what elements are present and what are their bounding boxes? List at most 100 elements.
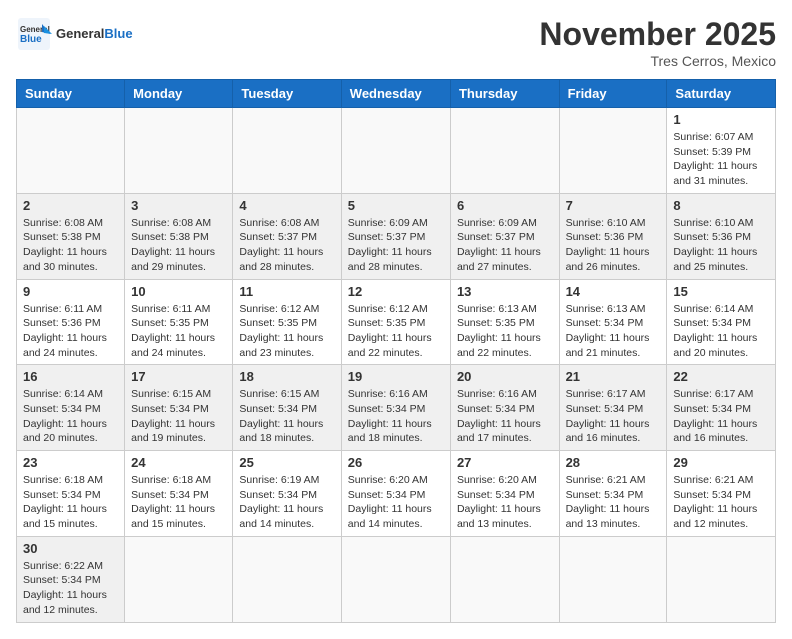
day-info: Sunrise: 6:11 AM Sunset: 5:36 PM Dayligh…	[23, 302, 118, 361]
title-block: November 2025 Tres Cerros, Mexico	[539, 16, 776, 69]
calendar-day-cell	[559, 536, 667, 622]
day-info: Sunrise: 6:14 AM Sunset: 5:34 PM Dayligh…	[23, 387, 118, 446]
weekday-header-tuesday: Tuesday	[233, 80, 341, 108]
svg-text:Blue: Blue	[20, 34, 42, 45]
calendar-day-cell: 25 Sunrise: 6:19 AM Sunset: 5:34 PM Dayli…	[233, 451, 341, 537]
day-info: Sunrise: 6:08 AM Sunset: 5:38 PM Dayligh…	[23, 216, 118, 275]
day-number: 23	[23, 455, 118, 470]
calendar-day-cell	[667, 536, 776, 622]
day-number: 4	[239, 198, 334, 213]
calendar-day-cell	[233, 108, 341, 194]
weekday-header-saturday: Saturday	[667, 80, 776, 108]
day-info: Sunrise: 6:16 AM Sunset: 5:34 PM Dayligh…	[457, 387, 553, 446]
day-number: 12	[348, 284, 444, 299]
calendar-day-cell: 22Sunrise: 6:17 AM Sunset: 5:34 PM Dayli…	[667, 365, 776, 451]
day-number: 15	[673, 284, 769, 299]
day-info: Sunrise: 6:21 AM Sunset: 5:34 PM Dayligh…	[673, 473, 769, 532]
day-info: Sunrise: 6:07 AM Sunset: 5:39 PM Dayligh…	[673, 130, 769, 189]
calendar-day-cell	[341, 108, 450, 194]
day-info: Sunrise: 6:08 AM Sunset: 5:37 PM Dayligh…	[239, 216, 334, 275]
logo-blue: Blue	[104, 26, 132, 41]
day-number: 22	[673, 369, 769, 384]
day-info: Sunrise: 6:15 AM Sunset: 5:34 PM Dayligh…	[131, 387, 226, 446]
calendar-day-cell: 8 Sunrise: 6:10 AM Sunset: 5:36 PM Daylig…	[667, 193, 776, 279]
calendar-day-cell: 27 Sunrise: 6:20 AM Sunset: 5:34 PM Dayli…	[450, 451, 559, 537]
day-number: 24	[131, 455, 226, 470]
day-number: 7	[566, 198, 661, 213]
calendar-day-cell: 14Sunrise: 6:13 AM Sunset: 5:34 PM Dayli…	[559, 279, 667, 365]
day-number: 5	[348, 198, 444, 213]
day-info: Sunrise: 6:19 AM Sunset: 5:34 PM Dayligh…	[239, 473, 334, 532]
weekday-header-monday: Monday	[125, 80, 233, 108]
day-number: 30	[23, 541, 118, 556]
calendar-day-cell	[17, 108, 125, 194]
day-info: Sunrise: 6:08 AM Sunset: 5:38 PM Dayligh…	[131, 216, 226, 275]
calendar-day-cell: 28 Sunrise: 6:21 AM Sunset: 5:34 PM Dayli…	[559, 451, 667, 537]
day-info: Sunrise: 6:12 AM Sunset: 5:35 PM Dayligh…	[239, 302, 334, 361]
day-info: Sunrise: 6:20 AM Sunset: 5:34 PM Dayligh…	[457, 473, 553, 532]
calendar-day-cell: 18Sunrise: 6:15 AM Sunset: 5:34 PM Dayli…	[233, 365, 341, 451]
day-number: 1	[673, 112, 769, 127]
day-number: 2	[23, 198, 118, 213]
calendar-day-cell: 21 Sunrise: 6:17 AM Sunset: 5:34 PM Dayli…	[559, 365, 667, 451]
calendar-day-cell: 15 Sunrise: 6:14 AM Sunset: 5:34 PM Dayli…	[667, 279, 776, 365]
calendar-day-cell: 12Sunrise: 6:12 AM Sunset: 5:35 PM Dayli…	[341, 279, 450, 365]
day-info: Sunrise: 6:15 AM Sunset: 5:34 PM Dayligh…	[239, 387, 334, 446]
day-number: 25	[239, 455, 334, 470]
day-info: Sunrise: 6:10 AM Sunset: 5:36 PM Dayligh…	[566, 216, 661, 275]
calendar-day-cell: 9Sunrise: 6:11 AM Sunset: 5:36 PM Daylig…	[17, 279, 125, 365]
day-number: 29	[673, 455, 769, 470]
logo-icon: General Blue	[16, 16, 52, 52]
day-number: 3	[131, 198, 226, 213]
calendar-day-cell	[233, 536, 341, 622]
day-info: Sunrise: 6:18 AM Sunset: 5:34 PM Dayligh…	[131, 473, 226, 532]
logo-general: General	[56, 26, 104, 41]
calendar-table: SundayMondayTuesdayWednesdayThursdayFrid…	[16, 79, 776, 623]
calendar-day-cell: 16Sunrise: 6:14 AM Sunset: 5:34 PM Dayli…	[17, 365, 125, 451]
calendar-day-cell: 6 Sunrise: 6:09 AM Sunset: 5:37 PM Daylig…	[450, 193, 559, 279]
calendar-week-row: 1 Sunrise: 6:07 AM Sunset: 5:39 PM Daylig…	[17, 108, 776, 194]
calendar-day-cell: 19Sunrise: 6:16 AM Sunset: 5:34 PM Dayli…	[341, 365, 450, 451]
day-info: Sunrise: 6:17 AM Sunset: 5:34 PM Dayligh…	[566, 387, 661, 446]
day-info: Sunrise: 6:18 AM Sunset: 5:34 PM Dayligh…	[23, 473, 118, 532]
calendar-day-cell: 4 Sunrise: 6:08 AM Sunset: 5:37 PM Daylig…	[233, 193, 341, 279]
weekday-header-wednesday: Wednesday	[341, 80, 450, 108]
day-info: Sunrise: 6:09 AM Sunset: 5:37 PM Dayligh…	[348, 216, 444, 275]
day-info: Sunrise: 6:13 AM Sunset: 5:35 PM Dayligh…	[457, 302, 553, 361]
day-info: Sunrise: 6:21 AM Sunset: 5:34 PM Dayligh…	[566, 473, 661, 532]
day-info: Sunrise: 6:11 AM Sunset: 5:35 PM Dayligh…	[131, 302, 226, 361]
calendar-week-row: 30Sunrise: 6:22 AM Sunset: 5:34 PM Dayli…	[17, 536, 776, 622]
calendar-day-cell: 1 Sunrise: 6:07 AM Sunset: 5:39 PM Daylig…	[667, 108, 776, 194]
day-number: 28	[566, 455, 661, 470]
calendar-day-cell: 11Sunrise: 6:12 AM Sunset: 5:35 PM Dayli…	[233, 279, 341, 365]
day-number: 10	[131, 284, 226, 299]
day-info: Sunrise: 6:20 AM Sunset: 5:34 PM Dayligh…	[348, 473, 444, 532]
day-number: 21	[566, 369, 661, 384]
month-title: November 2025	[539, 16, 776, 53]
day-info: Sunrise: 6:14 AM Sunset: 5:34 PM Dayligh…	[673, 302, 769, 361]
calendar-day-cell	[341, 536, 450, 622]
calendar-day-cell	[559, 108, 667, 194]
calendar-day-cell	[125, 108, 233, 194]
day-number: 27	[457, 455, 553, 470]
calendar-day-cell: 17Sunrise: 6:15 AM Sunset: 5:34 PM Dayli…	[125, 365, 233, 451]
calendar-day-cell: 7 Sunrise: 6:10 AM Sunset: 5:36 PM Daylig…	[559, 193, 667, 279]
calendar-day-cell: 10 Sunrise: 6:11 AM Sunset: 5:35 PM Dayli…	[125, 279, 233, 365]
day-info: Sunrise: 6:13 AM Sunset: 5:34 PM Dayligh…	[566, 302, 661, 361]
calendar-day-cell	[450, 108, 559, 194]
day-info: Sunrise: 6:09 AM Sunset: 5:37 PM Dayligh…	[457, 216, 553, 275]
day-number: 6	[457, 198, 553, 213]
weekday-header-thursday: Thursday	[450, 80, 559, 108]
calendar-day-cell: 23 Sunrise: 6:18 AM Sunset: 5:34 PM Dayli…	[17, 451, 125, 537]
day-number: 8	[673, 198, 769, 213]
calendar-day-cell	[125, 536, 233, 622]
calendar-day-cell: 29 Sunrise: 6:21 AM Sunset: 5:34 PM Dayli…	[667, 451, 776, 537]
day-info: Sunrise: 6:16 AM Sunset: 5:34 PM Dayligh…	[348, 387, 444, 446]
day-info: Sunrise: 6:10 AM Sunset: 5:36 PM Dayligh…	[673, 216, 769, 275]
calendar-day-cell: 5 Sunrise: 6:09 AM Sunset: 5:37 PM Daylig…	[341, 193, 450, 279]
day-number: 13	[457, 284, 553, 299]
calendar-day-cell: 13 Sunrise: 6:13 AM Sunset: 5:35 PM Dayli…	[450, 279, 559, 365]
calendar-day-cell	[450, 536, 559, 622]
logo: General Blue GeneralBlue	[16, 16, 133, 52]
day-number: 26	[348, 455, 444, 470]
